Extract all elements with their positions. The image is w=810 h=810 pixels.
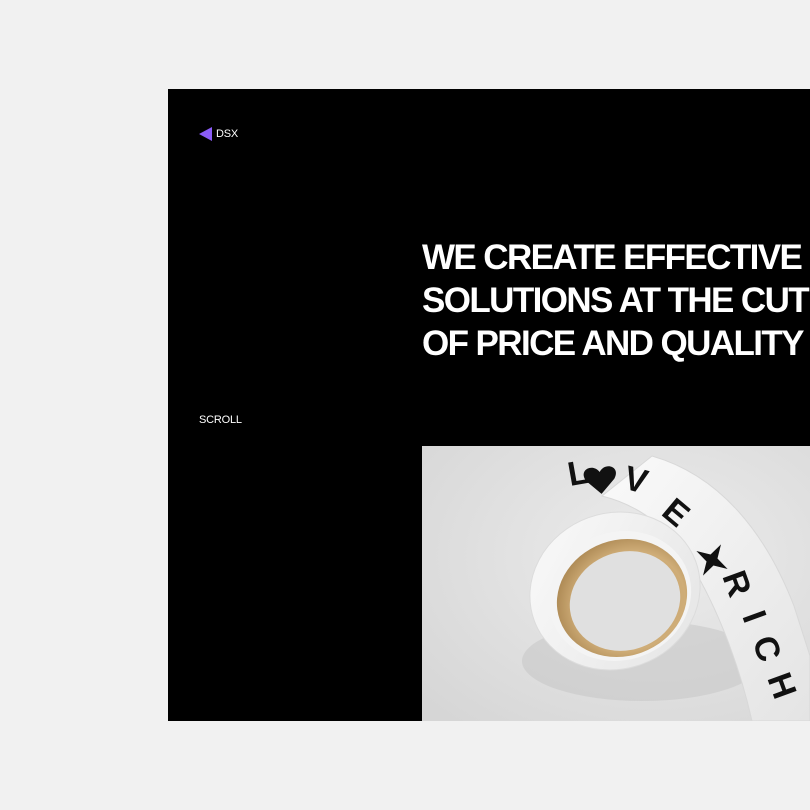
headline-line-1: WE CREATE EFFECTIVE — [422, 238, 803, 277]
hero-section: DSX WE CREATE EFFECTIVE SOLUTIONS AT THE… — [168, 89, 810, 721]
logo-triangle-icon — [199, 127, 212, 141]
brand-logo[interactable]: DSX — [199, 127, 238, 141]
brand-name: DSX — [216, 128, 239, 140]
tape-roll-illustration: L V E R I C H — [422, 446, 810, 721]
headline-line-3: OF PRICE AND QUALITY — [422, 324, 804, 363]
headline-line-2: SOLUTIONS AT THE CUT — [422, 281, 810, 320]
hero-headline: WE CREATE EFFECTIVE SOLUTIONS AT THE CUT… — [422, 236, 810, 365]
scroll-indicator[interactable]: SCROLL — [199, 414, 242, 426]
hero-image-tape-roll: L V E R I C H — [422, 446, 810, 721]
